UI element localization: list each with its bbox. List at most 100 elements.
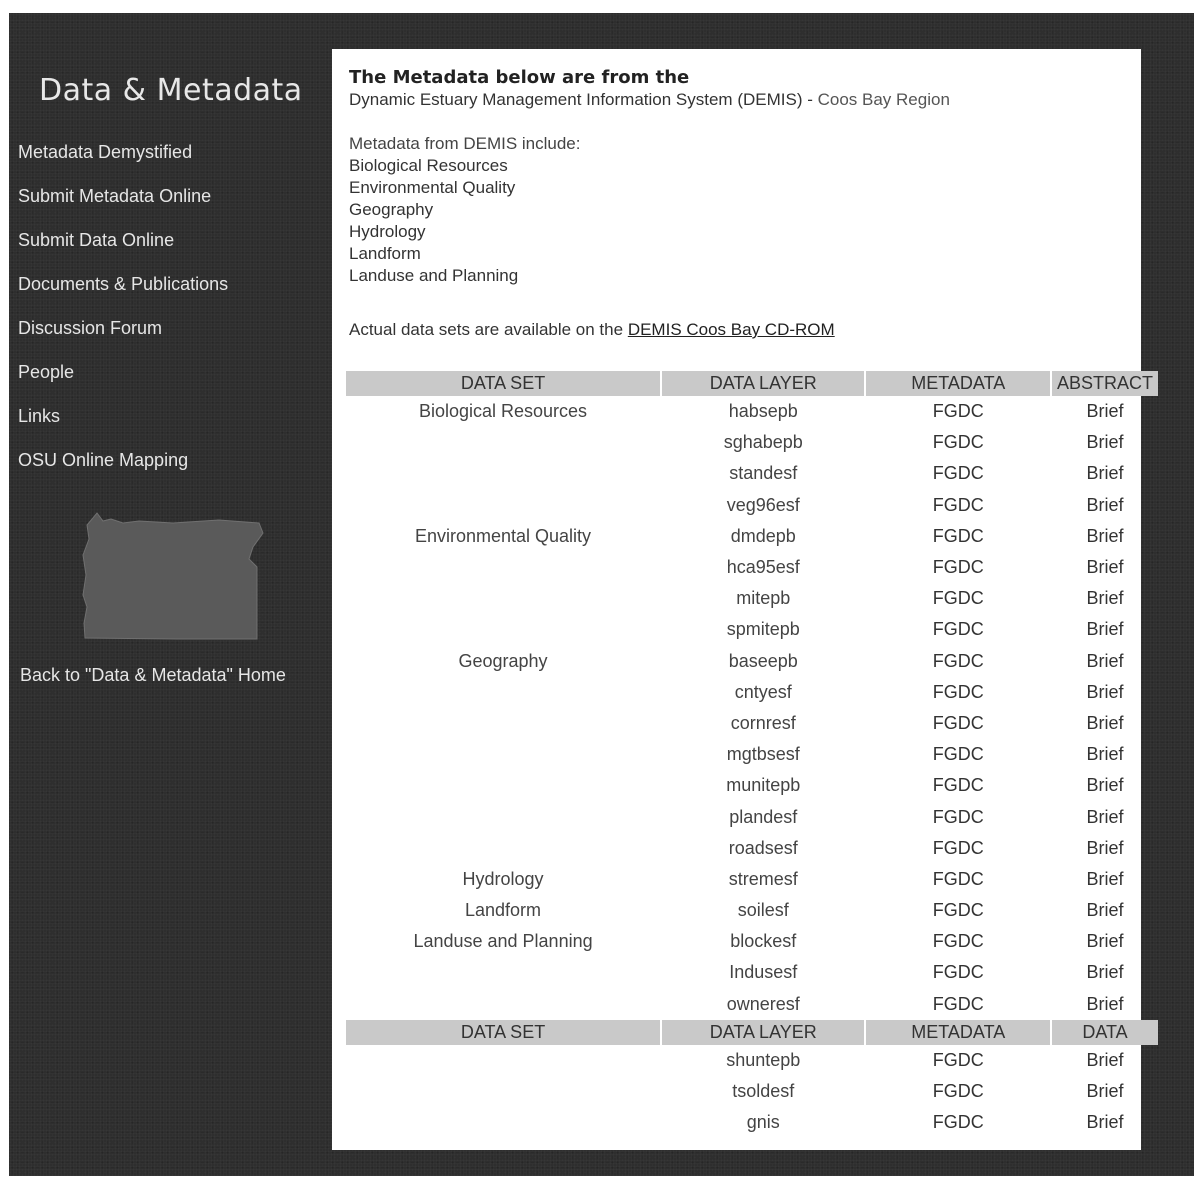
sidebar-nav: Metadata Demystified Submit Metadata Onl…	[18, 139, 228, 491]
abstract-link[interactable]: Brief	[1087, 651, 1124, 671]
table-row: hca95esf FGDC Brief	[346, 552, 1158, 583]
metadata-link[interactable]: FGDC	[933, 619, 984, 639]
nav-discussion-forum[interactable]: Discussion Forum	[18, 318, 162, 338]
abstract-cell: Brief	[1052, 801, 1158, 832]
abstract-link[interactable]: Brief	[1087, 931, 1124, 951]
abstract-link[interactable]: Brief	[1087, 1112, 1124, 1132]
abstract-link[interactable]: Brief	[1087, 838, 1124, 858]
data-set-cell	[346, 427, 660, 458]
abstract-cell: Brief	[1052, 614, 1158, 645]
data-layer-cell: dmdepb	[730, 525, 796, 546]
metadata-link[interactable]: FGDC	[933, 807, 984, 827]
metadata-link[interactable]: FGDC	[933, 682, 984, 702]
metadata-link[interactable]: FGDC	[933, 557, 984, 577]
data-layer-cell: hca95esf	[726, 557, 800, 578]
nav-submit-metadata-online[interactable]: Submit Metadata Online	[18, 186, 211, 206]
metadata-link[interactable]: FGDC	[933, 838, 984, 858]
metadata-cell: FGDC	[866, 396, 1050, 427]
abstract-cell: Brief	[1052, 552, 1158, 583]
metadata-link[interactable]: FGDC	[933, 744, 984, 764]
header-data-set: DATA SET	[346, 1019, 661, 1045]
metadata-link[interactable]: FGDC	[933, 931, 984, 951]
metadata-cell: FGDC	[866, 957, 1050, 988]
category-item: Landuse and Planning	[349, 266, 519, 285]
abstract-cell: Brief	[1052, 926, 1158, 957]
table-body: Biological Resources habsepb FGDC Brief sgha…	[346, 396, 1158, 1020]
abstract-link[interactable]: Brief	[1087, 619, 1124, 639]
abstract-link[interactable]: Brief	[1087, 713, 1124, 733]
metadata-cell: FGDC	[866, 770, 1050, 801]
data-layer-cell: blockesf	[730, 931, 797, 952]
nav-links[interactable]: Links	[18, 406, 60, 426]
category-item: Biological Resources	[349, 156, 508, 175]
metadata-link[interactable]: FGDC	[933, 401, 984, 421]
nav-metadata-demystified[interactable]: Metadata Demystified	[18, 142, 192, 162]
back-to-home-link[interactable]: Back to "Data & Metadata" Home	[20, 665, 286, 686]
abstract-link[interactable]: Brief	[1087, 744, 1124, 764]
abstract-link[interactable]: Brief	[1087, 588, 1124, 608]
abstract-link[interactable]: Brief	[1087, 869, 1124, 889]
metadata-link[interactable]: FGDC	[933, 1081, 984, 1101]
abstract-link[interactable]: Brief	[1087, 401, 1124, 421]
metadata-link[interactable]: FGDC	[933, 900, 984, 920]
availability-text: Actual data sets are available on the DE…	[349, 320, 835, 340]
metadata-link[interactable]: FGDC	[933, 463, 984, 483]
nav-people[interactable]: People	[18, 362, 74, 382]
table-row: gnis FGDC Brief	[346, 1107, 1158, 1138]
nav-submit-data-online[interactable]: Submit Data Online	[18, 230, 174, 250]
abstract-link[interactable]: Brief	[1087, 682, 1124, 702]
metadata-link[interactable]: FGDC	[933, 588, 984, 608]
nav-documents-publications[interactable]: Documents & Publications	[18, 274, 228, 294]
metadata-link[interactable]: FGDC	[933, 526, 984, 546]
category-item: Landform	[349, 244, 421, 263]
data-set-cell	[346, 614, 660, 645]
table-row: Environmental Quality dmdepb FGDC Brief	[346, 521, 1158, 552]
table-row: cornresf FGDC Brief	[346, 708, 1158, 739]
abstract-link[interactable]: Brief	[1087, 1081, 1124, 1101]
abstract-link[interactable]: Brief	[1087, 463, 1124, 483]
header-metadata: METADATA	[866, 1019, 1051, 1045]
data-set-cell	[346, 1045, 660, 1076]
metadata-link[interactable]: FGDC	[933, 713, 984, 733]
header-data-layer: DATA LAYER	[662, 371, 865, 396]
metadata-link[interactable]: FGDC	[933, 869, 984, 889]
abstract-cell: Brief	[1052, 957, 1158, 988]
abstract-cell: Brief	[1052, 1076, 1158, 1107]
metadata-link[interactable]: FGDC	[933, 962, 984, 982]
abstract-link[interactable]: Brief	[1087, 775, 1124, 795]
abstract-link[interactable]: Brief	[1087, 526, 1124, 546]
abstract-link[interactable]: Brief	[1087, 900, 1124, 920]
data-set-cell	[346, 833, 660, 864]
header-metadata: METADATA	[866, 371, 1051, 396]
data-set-cell: Environmental Quality	[414, 525, 592, 546]
abstract-link[interactable]: Brief	[1087, 432, 1124, 452]
abstract-link[interactable]: Brief	[1087, 557, 1124, 577]
metadata-link[interactable]: FGDC	[933, 775, 984, 795]
category-item: Environmental Quality	[349, 178, 516, 197]
nav-osu-online-mapping[interactable]: OSU Online Mapping	[18, 450, 188, 470]
abstract-link[interactable]: Brief	[1087, 807, 1124, 827]
metadata-link[interactable]: FGDC	[933, 994, 984, 1014]
metadata-cell: FGDC	[866, 989, 1050, 1020]
header-abstract: ABSTRACT	[1052, 371, 1158, 396]
abstract-link[interactable]: Brief	[1087, 1050, 1124, 1070]
table-header-row: DATA SET DATA LAYER METADATA DATA	[346, 1019, 1158, 1045]
metadata-link[interactable]: FGDC	[933, 651, 984, 671]
metadata-cell: FGDC	[866, 677, 1050, 708]
page-subheading: Dynamic Estuary Management Information S…	[349, 90, 950, 110]
metadata-link[interactable]: FGDC	[933, 1050, 984, 1070]
metadata-link[interactable]: FGDC	[933, 1112, 984, 1132]
abstract-link[interactable]: Brief	[1087, 994, 1124, 1014]
metadata-link[interactable]: FGDC	[933, 495, 984, 515]
cd-rom-link[interactable]: DEMIS Coos Bay CD-ROM	[628, 320, 835, 339]
table-row: roadsesf FGDC Brief	[346, 833, 1158, 864]
abstract-link[interactable]: Brief	[1087, 962, 1124, 982]
table-row: spmitepb FGDC Brief	[346, 614, 1158, 645]
abstract-cell: Brief	[1052, 583, 1158, 614]
metadata-link[interactable]: FGDC	[933, 432, 984, 452]
data-layer-cell: roadsesf	[728, 837, 798, 858]
abstract-link[interactable]: Brief	[1087, 495, 1124, 515]
data-set-cell	[346, 770, 660, 801]
region-name: Coos Bay Region	[817, 90, 950, 109]
abstract-cell: Brief	[1052, 521, 1158, 552]
